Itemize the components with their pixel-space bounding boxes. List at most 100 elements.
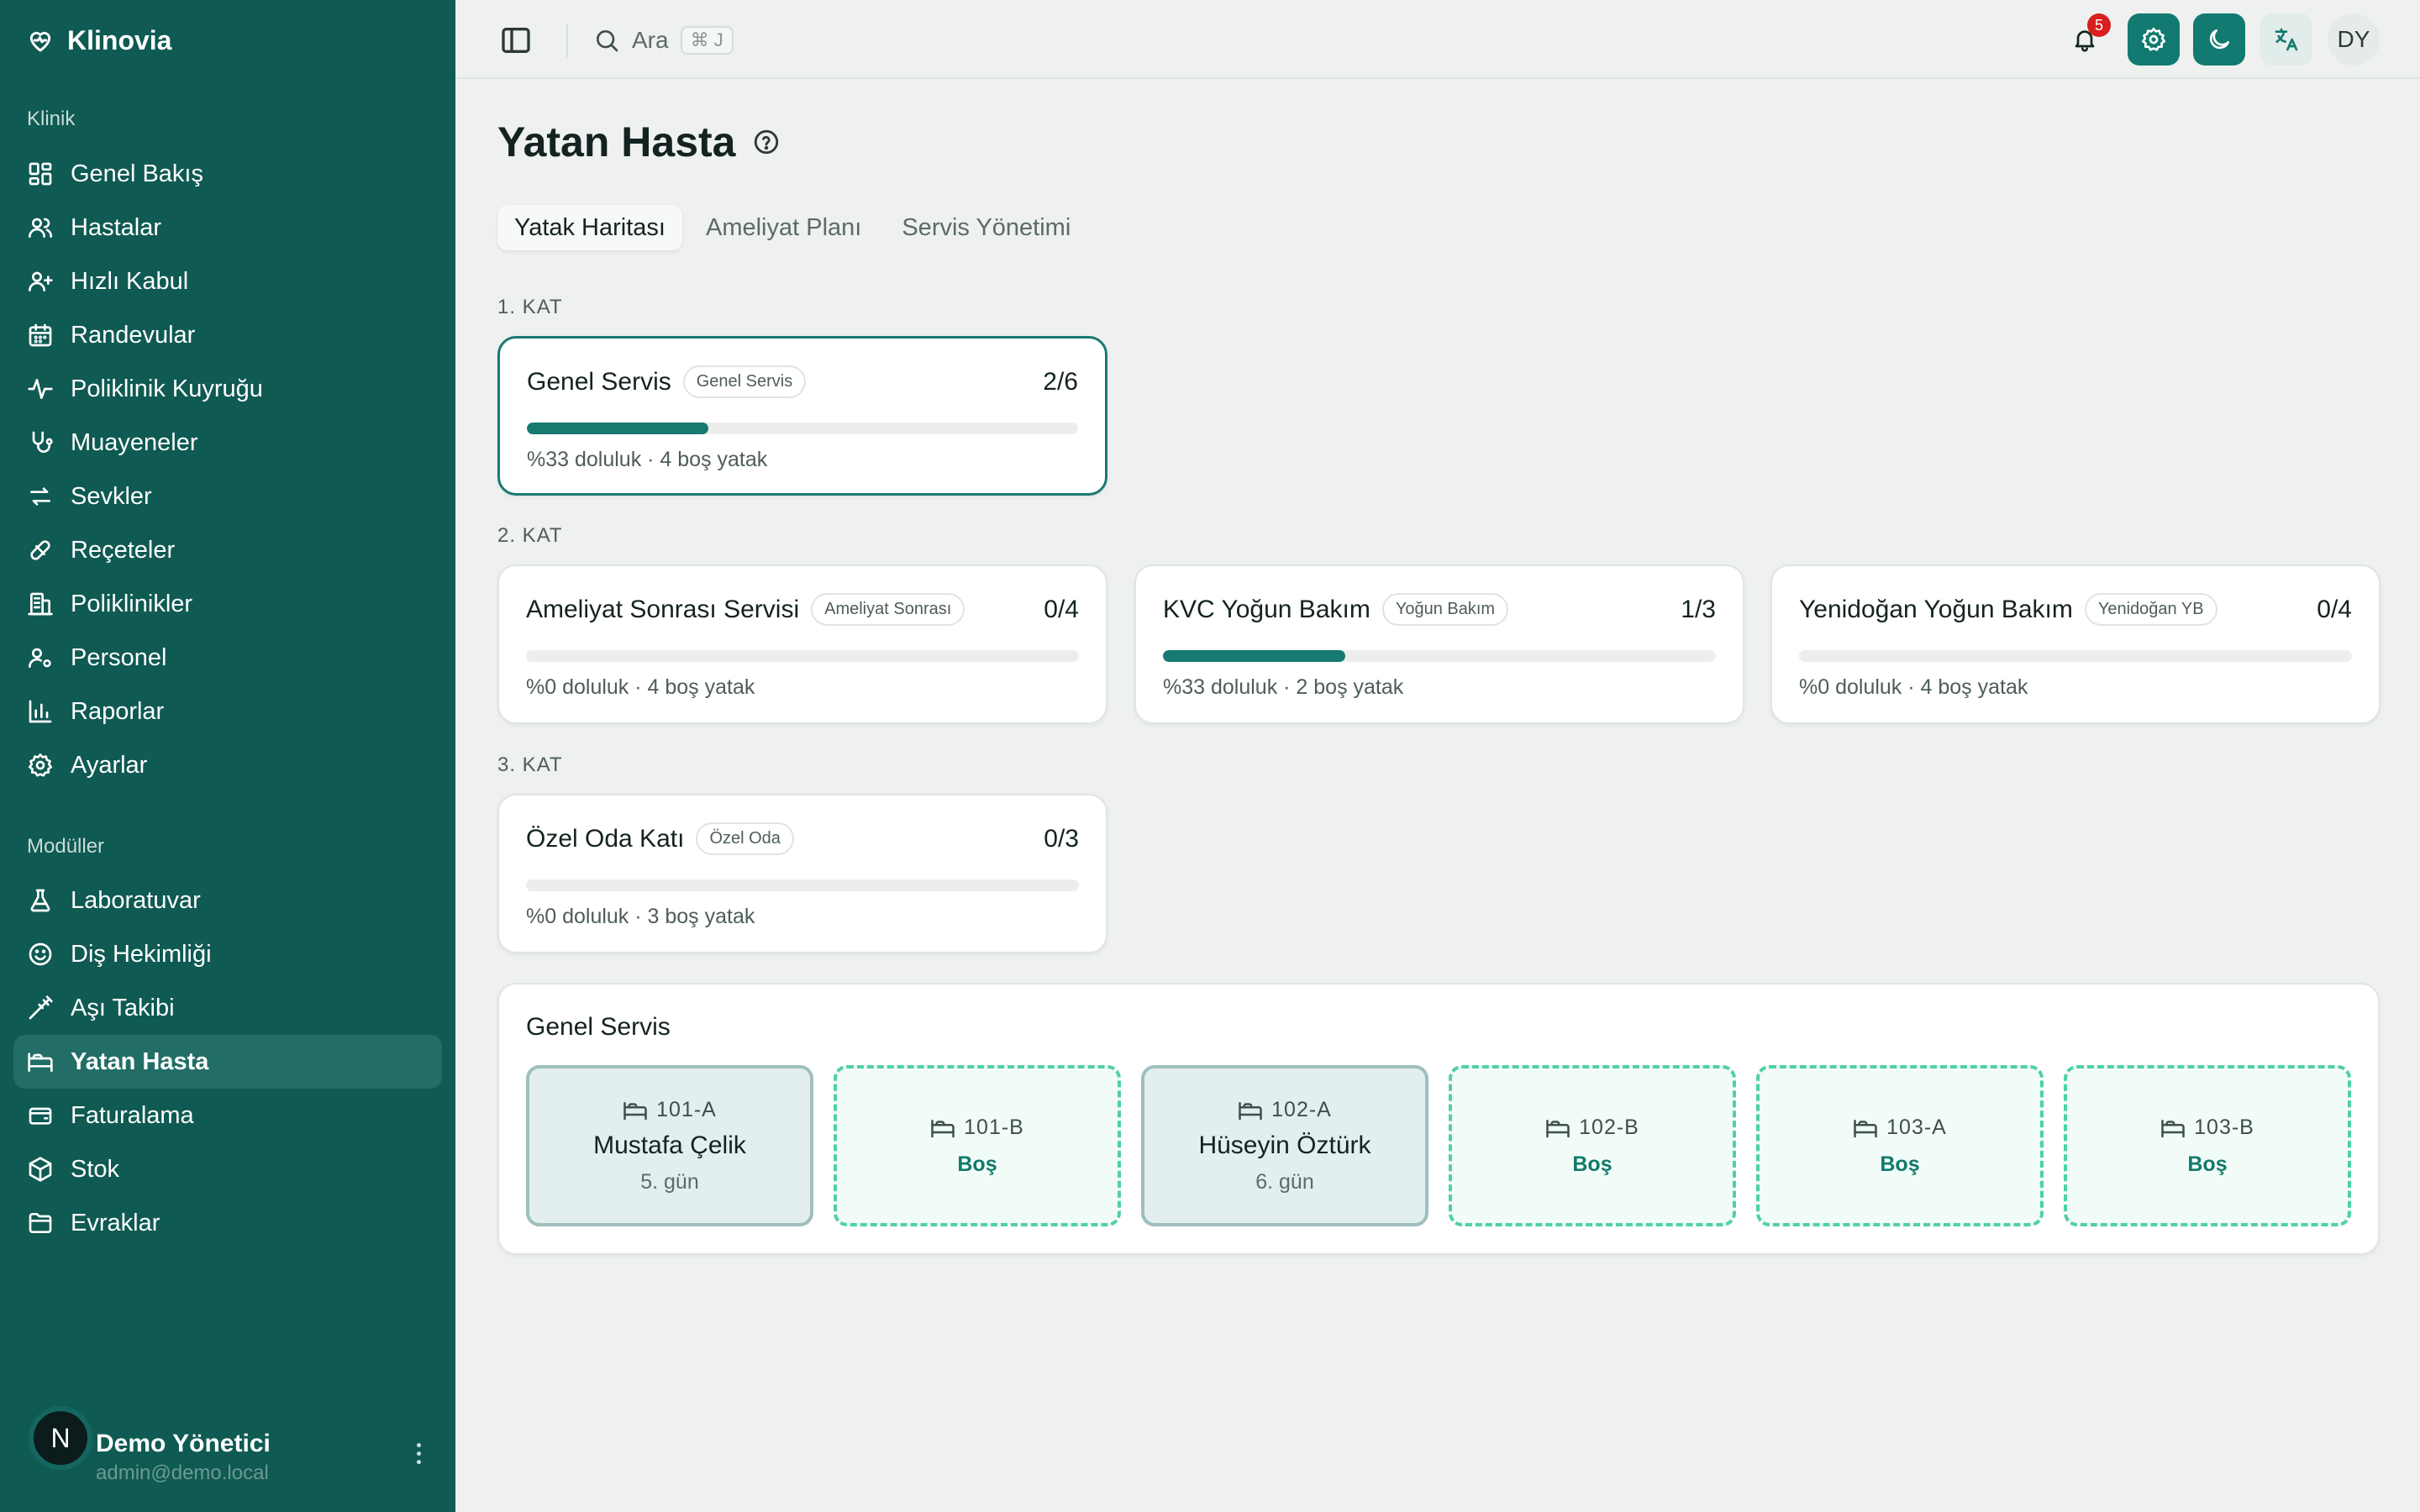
sidebar-item-laboratuvar[interactable]: Laboratuvar [13,874,442,927]
ward-type-badge: Ameliyat Sonrası [811,593,965,626]
theme-toggle-button[interactable] [2193,13,2245,66]
occupancy-bar [1799,650,2352,662]
sidebar-item-poliklinik-kuyrugu[interactable]: Poliklinik Kuyruğu [13,362,442,416]
bed-code: 103-B [2160,1116,2254,1141]
sidebar-item-label: Ayarlar [71,751,148,779]
activity-icon [28,379,53,399]
sidebar-item-raporlar[interactable]: Raporlar [13,685,442,738]
settings-button[interactable] [2128,13,2180,66]
ward-card-ozel-oda-kati[interactable]: Özel Oda Katı Özel Oda 0/3 %0 doluluk · 3 b… [497,794,1107,953]
grid-icon [29,162,52,186]
floor-label: 2. KAT [497,524,563,547]
moon-icon [2209,29,2229,50]
tab-ameliyat-plani[interactable]: Ameliyat Planı [689,205,878,250]
sidebar-item-genel-bakis[interactable]: Genel Bakış [13,147,442,201]
bed-code-text: 103-B [2194,1116,2254,1139]
bed-patient-name: Hüseyin Öztürk [1198,1131,1371,1159]
bed-tile-102-a[interactable]: 102-A Hüseyin Öztürk 6. gün [1141,1065,1428,1226]
nav-modules: Laboratuvar Diş Hekimliği Aşı Takibi Yatan … [13,874,442,1250]
sidebar-toggle-icon[interactable] [499,24,533,57]
sidebar-item-label: Faturalama [71,1101,194,1129]
occupancy-bar [527,423,1078,434]
sidebar-item-label: Poliklinikler [71,590,193,617]
brand[interactable]: Klinovia [27,24,171,57]
bed-tile-103-b[interactable]: 103-B Boş [2064,1065,2351,1226]
search-icon [597,30,618,52]
user-menu-icon[interactable] [408,1443,429,1473]
sidebar-item-hizli-kabul[interactable]: Hızlı Kabul [13,255,442,308]
ward-name: Yenidoğan Yoğun Bakım [1799,595,2073,623]
sidebar-item-faturalama[interactable]: Faturalama [13,1089,442,1142]
ward-card-kvc-yogun-bakim[interactable]: KVC Yoğun Bakım Yoğun Bakım 1/3 %33 doluluk… [1134,564,1744,724]
bed-icon [931,1119,955,1137]
bed-stay-day: 5. gün [640,1169,699,1194]
tab-servis-yonetimi[interactable]: Servis Yönetimi [885,205,1087,250]
bed-icon [28,1053,53,1072]
ward-card-yenidogan-yogun-bakim[interactable]: Yenidoğan Yoğun Bakım Yenidoğan YB 0/4 %0 d… [1770,564,2381,724]
sidebar-item-label: Raporlar [71,697,165,725]
top-header: Ara ⌘ J 5 DY [455,0,2420,79]
notifications-button[interactable]: 5 [2059,13,2111,66]
ward-bed-count: 0/4 [2317,595,2352,623]
bed-code: 102-B [1545,1116,1639,1141]
heart-pulse-icon [29,31,51,52]
sidebar-item-label: Stok [71,1155,120,1183]
ward-bed-count: 0/4 [1044,595,1079,623]
sidebar-item-label: Laboratuvar [71,886,201,914]
tab-yatak-haritasi[interactable]: Yatak Haritası [497,205,682,250]
sidebar-item-ayarlar[interactable]: Ayarlar [13,738,442,792]
ward-stats: %33 doluluk · 2 boş yatak [1163,675,1404,699]
user-avatar-button[interactable]: DY [2328,13,2380,66]
page-title-text: Yatan Hasta [497,118,736,165]
bed-code: 101-A [623,1098,717,1123]
bed-code: 101-B [930,1116,1024,1141]
occupancy-bar [526,879,1079,891]
bed-panel-title: Genel Servis [526,1013,671,1041]
sidebar-item-hastalar[interactable]: Hastalar [13,201,442,255]
sidebar-item-sevkler[interactable]: Sevkler [13,470,442,523]
bed-patient-name: Mustafa Çelik [593,1131,746,1159]
ward-type-badge: Özel Oda [696,822,794,855]
bed-tile-103-a[interactable]: 103-A Boş [1756,1065,2044,1226]
help-circle-icon[interactable] [752,128,781,156]
ward-card-genel-servis[interactable]: Genel Servis Genel Servis 2/6 %33 doluluk ·… [497,336,1107,496]
occupancy-bar-fill [1163,650,1346,662]
language-button[interactable] [2260,13,2312,66]
ward-card-ameliyat-sonrasi-servisi[interactable]: Ameliyat Sonrası Servisi Ameliyat Sonrası… [497,564,1107,724]
sidebar-item-muayeneler[interactable]: Muayeneler [13,416,442,470]
header-divider [566,24,568,57]
syringe-icon [29,995,53,1020]
user-cog-icon [28,648,51,668]
sidebar-item-stok[interactable]: Stok [13,1142,442,1196]
sidebar-item-label: Yatan Hasta [71,1047,209,1075]
sidebar-item-evraklar[interactable]: Evraklar [13,1196,442,1250]
sidebar-item-label: Hastalar [71,213,161,241]
folder-icon [29,1213,52,1233]
flask-icon [30,889,50,912]
sidebar-item-yatan-hasta[interactable]: Yatan Hasta [13,1035,442,1089]
user-email: admin@demo.local [96,1462,269,1484]
ward-bed-count: 2/6 [1043,367,1078,396]
wallet-icon [29,1107,52,1125]
sidebar-item-label: Diş Hekimliği [71,940,212,968]
ward-name: Ameliyat Sonrası Servisi [526,595,800,623]
bed-tile-101-a[interactable]: 101-A Mustafa Çelik 5. gün [526,1065,813,1226]
stethoscope-icon [32,431,53,453]
sidebar-item-randevular[interactable]: Randevular [13,308,442,362]
notification-badge: 5 [2087,13,2111,37]
search-trigger[interactable]: Ara ⌘ J [593,22,734,59]
ward-header: Genel Servis Genel Servis 2/6 [527,365,1078,398]
user-profile[interactable]: N Demo Yönetici admin@demo.local [27,1403,429,1487]
sidebar-item-poliklinikler[interactable]: Poliklinikler [13,577,442,631]
bed-status: Boş [1572,1152,1612,1176]
sidebar-item-asi-takibi[interactable]: Aşı Takibi [13,981,442,1035]
section-label-clinic: Klinik [27,108,76,130]
bed-tile-101-b[interactable]: 101-B Boş [834,1065,1121,1226]
bed-tile-102-b[interactable]: 102-B Boş [1449,1065,1736,1226]
sidebar-item-personel[interactable]: Personel [13,631,442,685]
sidebar-item-label: Reçeteler [71,536,176,564]
sidebar-item-receteler[interactable]: Reçeteler [13,523,442,577]
page-title: Yatan Hasta [497,118,781,166]
sidebar-item-label: Personel [71,643,167,671]
sidebar-item-dis-hekimligi[interactable]: Diş Hekimliği [13,927,442,981]
